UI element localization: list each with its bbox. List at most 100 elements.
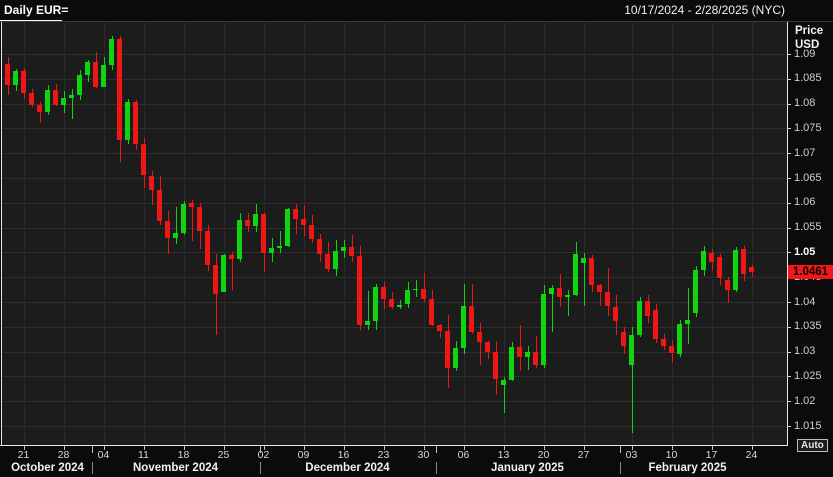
price-axis-tick (787, 426, 791, 427)
candlestick (605, 292, 610, 307)
date-gridline (63, 22, 65, 445)
date-axis-label: 04 (97, 449, 110, 461)
candlestick (581, 257, 586, 264)
date-gridline (343, 22, 345, 445)
candlestick (613, 306, 618, 321)
date-gridline (463, 22, 465, 445)
candlestick (317, 239, 322, 255)
price-axis-label: 1.015 (794, 419, 822, 432)
price-axis-tick (787, 128, 791, 130)
candlestick (509, 347, 514, 380)
candlestick (221, 254, 226, 292)
date-gridline (423, 22, 425, 445)
current-price-badge: 1.0461 (788, 264, 833, 279)
candlestick (533, 351, 538, 366)
price-axis-label: 1.05 (794, 245, 816, 258)
price-axis-tick (787, 252, 791, 254)
date-axis-label: 18 (177, 449, 190, 461)
month-label: October 2024 (11, 462, 84, 474)
candlestick (309, 225, 314, 239)
candlestick (149, 175, 154, 191)
candlestick (261, 214, 266, 254)
candlestick (621, 331, 626, 346)
candlestick (701, 250, 706, 270)
candlestick (205, 231, 210, 266)
price-gridline (1, 401, 787, 403)
chart-window: Daily EUR= 10/17/2024 - 2/28/2025 (NYC) … (0, 0, 833, 477)
candlestick (389, 299, 394, 307)
price-axis-label: 1.02 (794, 394, 816, 407)
price-axis-tick (787, 326, 791, 328)
candle-wick (687, 288, 689, 344)
candlestick (61, 97, 66, 105)
candlestick (141, 144, 146, 176)
candlestick (229, 254, 234, 260)
candlestick (525, 351, 530, 358)
candlestick (477, 331, 482, 343)
candlestick (653, 310, 658, 339)
candlestick (85, 62, 90, 76)
price-axis-title-line1: Price (795, 25, 824, 37)
candlestick (101, 65, 106, 87)
candlestick (253, 214, 258, 227)
month-separator (91, 462, 93, 474)
candlestick (405, 290, 410, 305)
candlestick (557, 288, 562, 297)
price-gridline (1, 227, 787, 229)
price-axis-label: 1.065 (794, 171, 822, 184)
price-axis-label: 1.07 (794, 146, 816, 159)
candlestick (213, 265, 218, 294)
candlestick (501, 379, 506, 385)
candlestick (37, 104, 42, 113)
candlestick (285, 208, 290, 247)
date-axis-label: 24 (745, 449, 758, 461)
candlestick-plot-area[interactable] (1, 22, 787, 445)
candlestick (573, 253, 578, 295)
candlestick (93, 62, 98, 87)
candle-wick (175, 206, 177, 245)
date-axis-label: 25 (217, 449, 230, 461)
candlestick (341, 246, 346, 252)
candlestick (181, 204, 186, 233)
price-axis[interactable] (788, 22, 833, 446)
candlestick (333, 251, 338, 269)
month-separator (619, 462, 621, 474)
date-axis-label: 23 (377, 449, 390, 461)
candlestick (133, 101, 138, 145)
auto-scale-button[interactable]: Auto (797, 439, 828, 452)
candlestick (109, 38, 114, 66)
candlestick (357, 255, 362, 326)
price-axis-label: 1.06 (794, 196, 816, 209)
date-gridline (751, 22, 753, 445)
month-boundary-tick (259, 446, 261, 453)
date-gridline (671, 22, 673, 445)
price-axis-tick (787, 54, 791, 55)
price-axis-label: 1.085 (794, 72, 822, 85)
candlestick (189, 202, 194, 207)
candlestick (461, 305, 466, 348)
date-axis-label: 09 (297, 449, 310, 461)
candlestick (365, 320, 370, 326)
date-gridline (583, 22, 585, 445)
candlestick (69, 94, 74, 98)
price-axis-tick (787, 202, 791, 204)
candlestick (45, 90, 50, 113)
candlestick (53, 90, 58, 106)
candlestick (709, 252, 714, 262)
candle-wick (527, 345, 529, 371)
candlestick (5, 63, 10, 85)
candlestick (197, 206, 202, 232)
candlestick (381, 287, 386, 299)
date-axis-label: 20 (537, 449, 550, 461)
month-boundary-tick (619, 446, 621, 453)
candlestick (373, 287, 378, 321)
date-gridline (223, 22, 225, 445)
month-label: November 2024 (132, 462, 219, 474)
price-gridline (1, 277, 787, 279)
candlestick (21, 70, 26, 94)
price-axis-tick (787, 178, 791, 179)
candlestick (13, 70, 18, 85)
price-gridline (1, 202, 787, 204)
price-gridline (1, 252, 787, 254)
month-separator (259, 462, 261, 474)
